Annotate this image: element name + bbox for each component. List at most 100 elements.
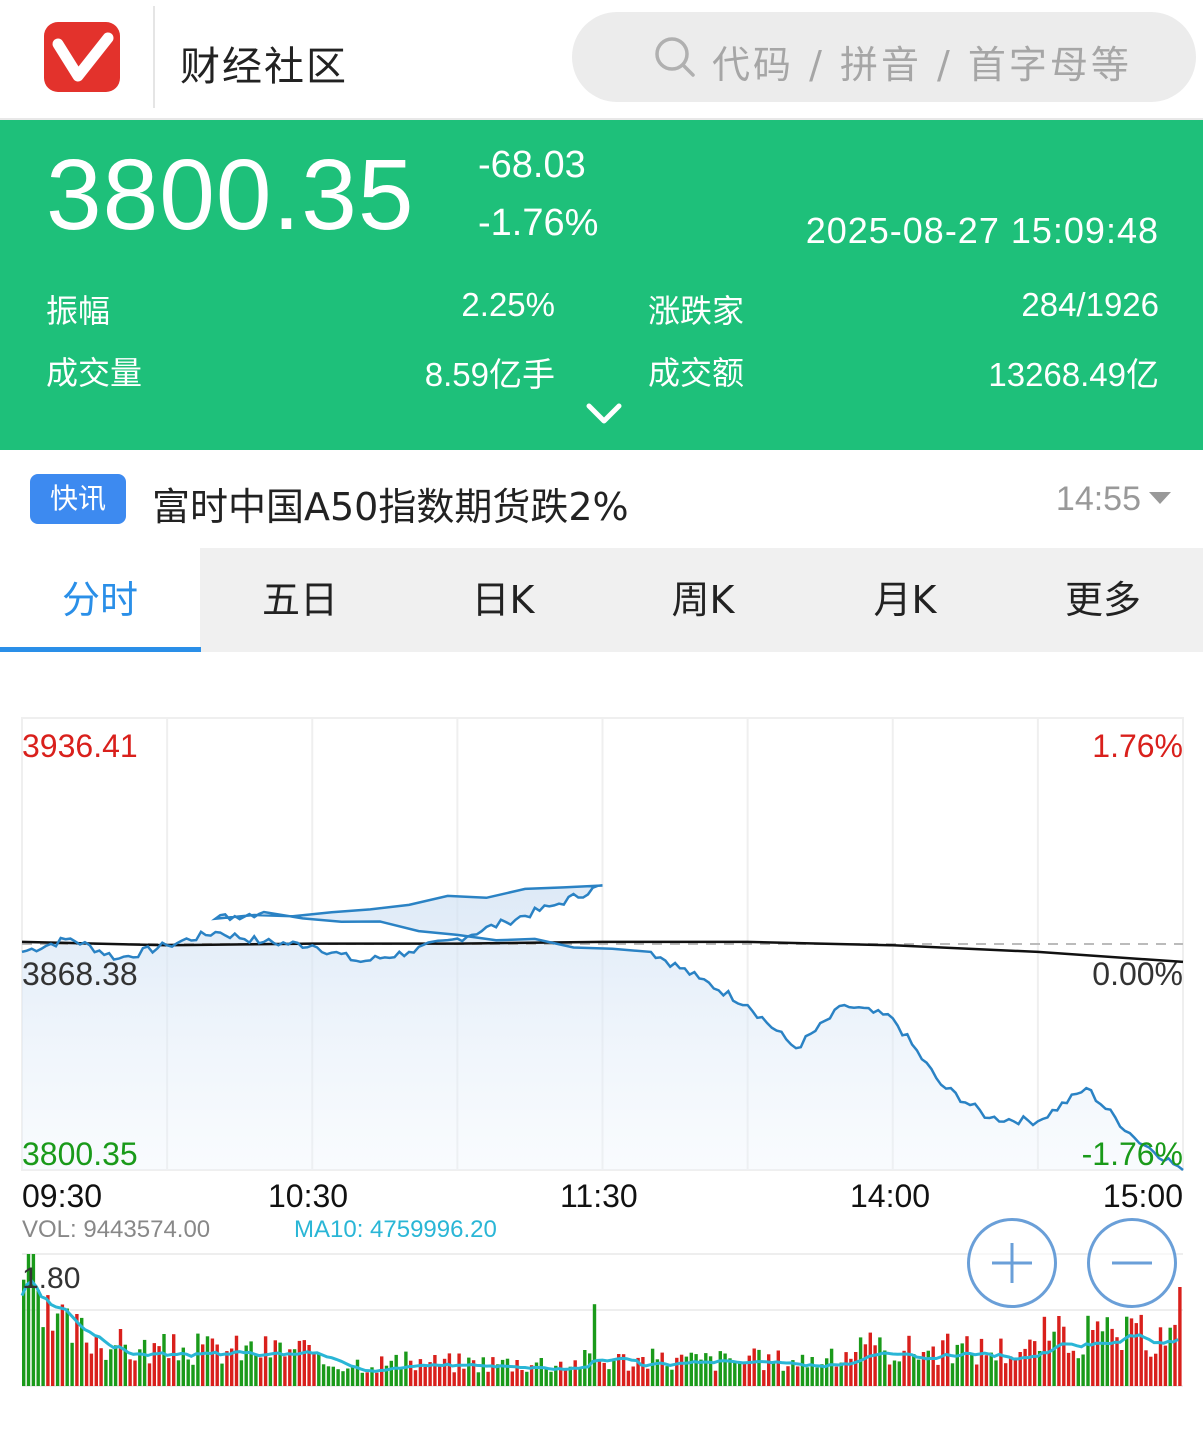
volume-bar — [684, 1356, 689, 1386]
current-price: 3800.35 — [46, 139, 415, 251]
volume-bar — [873, 1345, 877, 1386]
volume-bar — [259, 1357, 263, 1386]
volume-bar — [476, 1372, 481, 1386]
volume-bar — [60, 1304, 65, 1386]
volume-bar — [467, 1357, 471, 1386]
volume-bar — [1154, 1353, 1158, 1386]
volume-bar — [481, 1357, 485, 1386]
volume-bar — [723, 1353, 727, 1386]
volume-bar — [578, 1367, 582, 1386]
price-change-pct: -1.76% — [478, 202, 599, 244]
volume-bar — [573, 1360, 577, 1386]
y-label-top: 3936.41 — [22, 728, 138, 764]
volume-bar — [936, 1364, 940, 1386]
volume-bar — [1066, 1352, 1071, 1386]
volume-bar — [375, 1372, 379, 1386]
volume-bar — [950, 1363, 955, 1386]
zoom-in-button[interactable] — [967, 1218, 1057, 1308]
volume-bar — [994, 1360, 998, 1386]
volume-bar — [1100, 1331, 1105, 1386]
volume-bar — [215, 1344, 219, 1386]
volume-bar — [452, 1372, 456, 1386]
minus-icon — [1112, 1261, 1152, 1265]
volume-bar — [815, 1367, 819, 1386]
volume-bar — [162, 1334, 166, 1386]
volume-bar — [365, 1372, 369, 1386]
volume-bar — [1052, 1331, 1056, 1386]
news-headline[interactable]: 富时中国A50指数期货跌2% — [152, 476, 629, 531]
volume-bar — [650, 1348, 655, 1386]
logo-check-icon — [52, 32, 114, 82]
y-label-bottom: 3800.35 — [22, 1136, 138, 1172]
tab-monthly-k[interactable]: 月K — [805, 548, 1005, 652]
volume-bar — [713, 1370, 718, 1386]
volume-bar — [254, 1355, 258, 1386]
volume-bar — [844, 1352, 848, 1386]
volume-bar — [239, 1360, 244, 1386]
volume-bar — [965, 1336, 969, 1386]
tab-daily-k[interactable]: 日K — [403, 548, 603, 652]
volume-bar — [752, 1348, 756, 1386]
chevron-down-icon[interactable] — [586, 402, 622, 426]
volume-bar — [1120, 1350, 1124, 1386]
search-bar[interactable]: 代码 / 拼音 / 首字母等 — [572, 12, 1196, 102]
app-logo[interactable] — [44, 22, 120, 92]
volume-readout: VOL: 9443574.00 — [22, 1216, 211, 1243]
volume-bar — [757, 1349, 761, 1386]
stat-label-turnover: 成交额 — [648, 354, 745, 392]
volume-bar — [55, 1313, 60, 1386]
volume-bar — [51, 1330, 55, 1386]
volume-bar — [1047, 1340, 1051, 1386]
volume-bar — [597, 1359, 602, 1386]
volume-bar — [626, 1370, 631, 1386]
tab-more[interactable]: 更多 — [1003, 548, 1203, 652]
stat-value-turnover: 13268.49亿 — [988, 356, 1159, 393]
volume-bar — [602, 1362, 606, 1386]
volume-bar — [147, 1363, 152, 1386]
ma10-readout: MA10: 4759996.20 — [294, 1216, 497, 1243]
stat-value-amplitude: 2.25% — [461, 286, 555, 323]
volume-bar — [273, 1340, 277, 1386]
volume-bar — [321, 1364, 326, 1386]
x-tick-1500: 15:00 — [1102, 1178, 1183, 1214]
tab-five-day[interactable]: 五日 — [200, 548, 400, 652]
volume-bar — [931, 1346, 935, 1386]
volume-bar — [544, 1368, 548, 1386]
volume-bar — [563, 1369, 568, 1386]
volume-bar — [1163, 1345, 1168, 1386]
volume-bar — [878, 1337, 882, 1386]
volume-bar — [1081, 1354, 1085, 1386]
volume-bar — [592, 1304, 597, 1386]
volume-bar — [172, 1334, 176, 1386]
volume-bar — [646, 1368, 650, 1386]
volume-bar — [360, 1372, 364, 1386]
dropdown-arrow-icon[interactable] — [1149, 492, 1171, 504]
volume-bar — [520, 1370, 524, 1386]
volume-bar — [975, 1364, 979, 1386]
volume-bar — [70, 1342, 74, 1386]
volume-bar — [109, 1349, 113, 1386]
volume-bar — [1033, 1341, 1037, 1386]
volume-bar — [297, 1340, 302, 1386]
volume-bar — [892, 1360, 897, 1386]
volume-bar — [762, 1370, 766, 1386]
volume-bar — [771, 1361, 776, 1386]
stat-label-volume: 成交量 — [46, 354, 143, 392]
volume-bar — [999, 1338, 1003, 1386]
volume-bar — [263, 1336, 268, 1386]
intraday-chart[interactable] — [0, 700, 1203, 1180]
volume-bar — [486, 1371, 490, 1386]
volume-bar — [1105, 1317, 1109, 1386]
zoom-out-button[interactable] — [1087, 1218, 1177, 1308]
news-ticker[interactable]: 快讯 富时中国A50指数期货跌2% 14:55 — [0, 452, 1203, 548]
search-icon — [655, 37, 695, 77]
volume-bar — [447, 1353, 452, 1386]
volume-bar — [1086, 1315, 1090, 1386]
volume-bar — [389, 1360, 393, 1386]
volume-bar — [1095, 1321, 1100, 1386]
app-title: 财经社区 — [180, 44, 348, 90]
price-change: -68.03 — [478, 144, 586, 186]
tab-intraday[interactable]: 分时 — [0, 548, 201, 652]
volume-bar — [423, 1366, 427, 1386]
tab-weekly-k[interactable]: 周K — [603, 548, 803, 652]
